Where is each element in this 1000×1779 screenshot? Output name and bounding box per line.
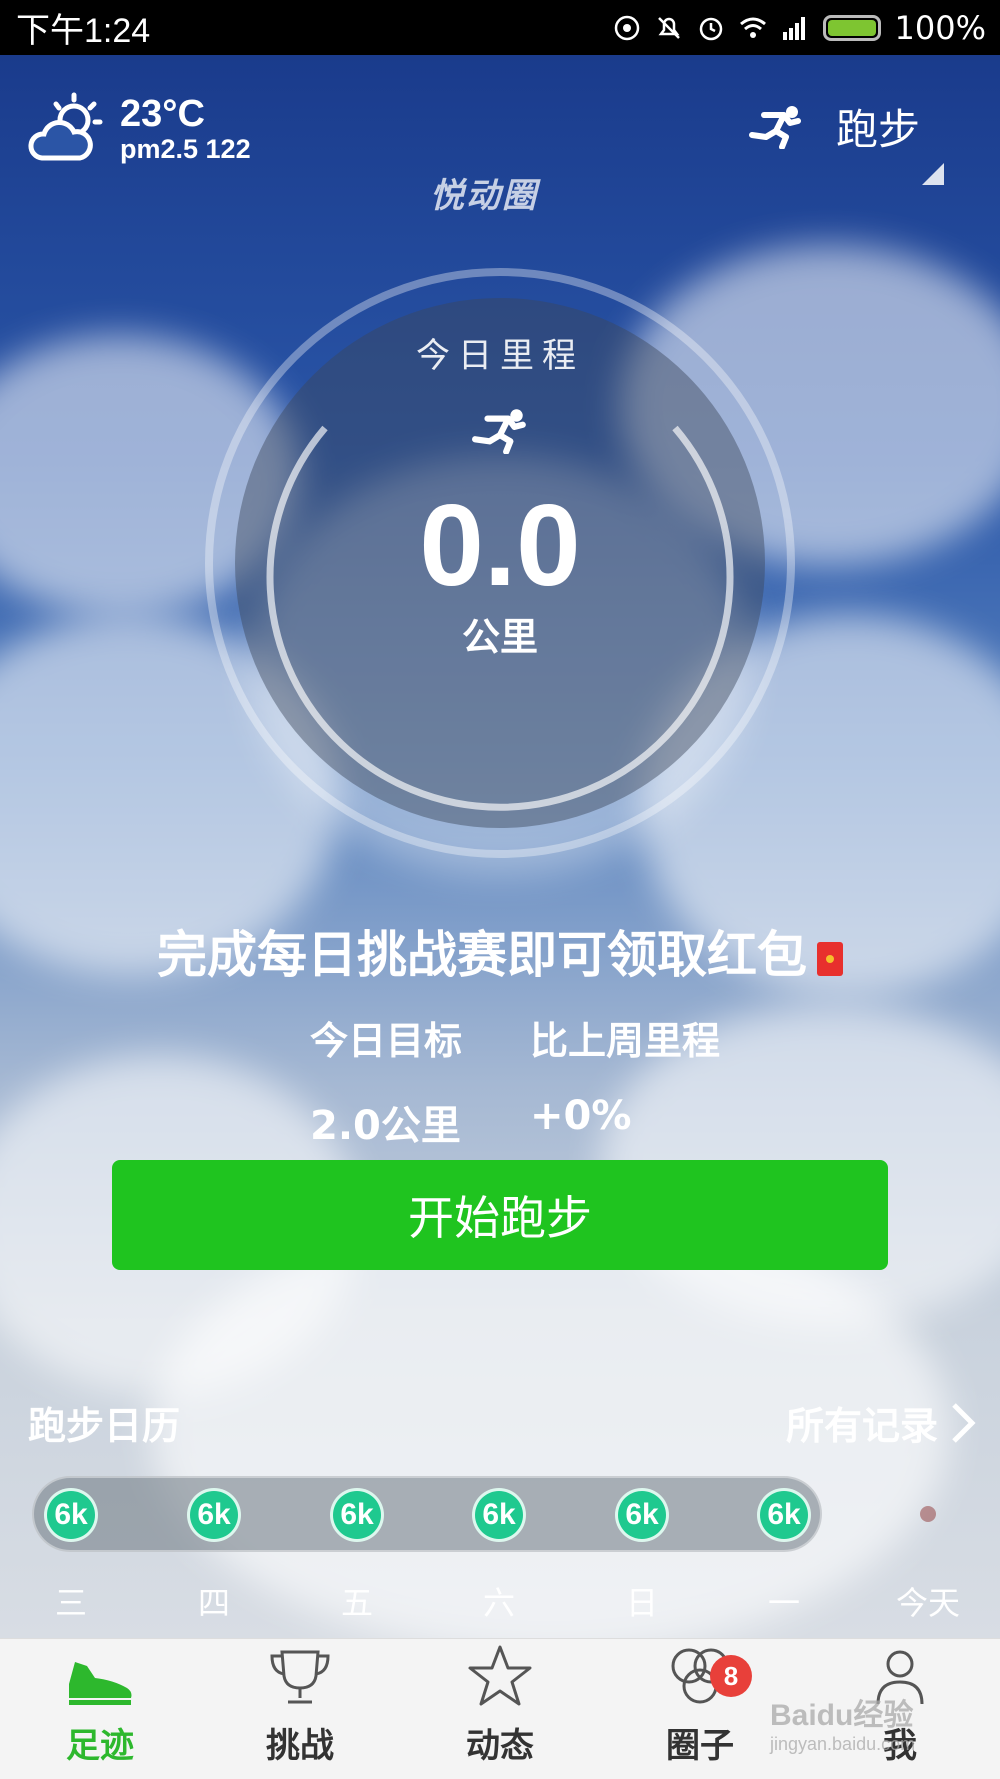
temperature: 23°C <box>120 93 205 135</box>
day-label: 三 <box>54 1584 87 1622</box>
watermark: Baidu经验 jingyan.baidu.com <box>770 1690 915 1755</box>
day-badge[interactable]: 6k <box>615 1488 669 1542</box>
day-label: 日 <box>625 1584 658 1622</box>
goal-label: 今日目标 <box>310 1019 463 1063</box>
start-running-button[interactable]: 开始跑步 <box>112 1160 888 1270</box>
tab-footprint[interactable]: 足迹 <box>0 1639 200 1779</box>
status-bar: 下午1:24 100% <box>0 0 1000 55</box>
today-dot[interactable] <box>920 1506 936 1522</box>
app-logo: 悦动圈 <box>430 176 538 216</box>
goal-value: 2.0公里 <box>310 1103 461 1149</box>
red-packet-icon <box>817 941 843 976</box>
day-badge[interactable]: 6k <box>757 1488 811 1542</box>
star-icon <box>468 1645 532 1706</box>
pm25-reading: pm2.5 122 <box>120 134 251 164</box>
promo-text: 完成每日挑战赛即可领取红包 <box>157 926 807 984</box>
battery-percent: 100% <box>894 8 986 47</box>
tab-label: 圈子 <box>666 1726 734 1766</box>
tab-label: 足迹 <box>66 1726 134 1766</box>
partly-cloudy-icon <box>28 92 103 161</box>
distance-unit: 公里 <box>461 615 538 659</box>
battery-icon <box>822 14 881 41</box>
calendar-title: 跑步日历 <box>28 1404 181 1448</box>
all-records-label: 所有记录 <box>785 1404 938 1448</box>
chevron-right-icon <box>952 1402 976 1443</box>
daily-distance-ring: 今日里程 0.0 公里 <box>205 268 795 858</box>
day-label: 五 <box>340 1584 373 1622</box>
dropdown-corner-icon <box>922 163 944 185</box>
day-label: 六 <box>482 1584 515 1622</box>
runner-icon <box>472 409 526 454</box>
alarm-icon <box>699 17 722 40</box>
weather-widget[interactable]: 23°C pm2.5 122 <box>28 92 251 166</box>
promo-banner[interactable]: 完成每日挑战赛即可领取红包 <box>0 915 1000 987</box>
sport-type-selector[interactable]: 跑步 <box>748 96 920 157</box>
tab-feed[interactable]: 动态 <box>400 1639 600 1779</box>
compare-label: 比上周里程 <box>530 1019 721 1063</box>
wifi-icon <box>739 17 766 38</box>
tab-label: 动态 <box>466 1726 534 1766</box>
day-label: 四 <box>197 1584 230 1622</box>
all-records-link[interactable]: 所有记录 <box>786 1395 976 1450</box>
day-badge[interactable]: 6k <box>44 1488 98 1542</box>
status-icons: 100% <box>613 9 986 47</box>
tab-label: 挑战 <box>266 1726 334 1766</box>
day-badge[interactable]: 6k <box>187 1488 241 1542</box>
sport-type-label: 跑步 <box>835 105 920 154</box>
watermark-main: Baidu经验 <box>770 1699 914 1732</box>
runner-icon <box>748 105 801 149</box>
tab-challenge[interactable]: 挑战 <box>200 1639 400 1779</box>
status-time: 下午1:24 <box>16 12 151 50</box>
calendar-track <box>32 1476 822 1552</box>
watermark-sub: jingyan.baidu.com <box>770 1734 916 1754</box>
notification-badge: 8 <box>710 1655 752 1697</box>
day-label: 一 <box>767 1584 800 1622</box>
signal-icon <box>782 16 805 40</box>
hotspot-icon <box>614 15 639 40</box>
day-badge[interactable]: 6k <box>472 1488 526 1542</box>
compare-value: +0% <box>530 1093 632 1139</box>
trophy-icon <box>270 1650 330 1704</box>
stats-panel: 今日目标 比上周里程 2.0公里 +0% <box>310 1010 770 1151</box>
shoe-icon <box>69 1662 132 1705</box>
bell-off-icon <box>657 16 680 39</box>
day-label-today: 今天 <box>895 1584 960 1622</box>
day-badge[interactable]: 6k <box>330 1488 384 1542</box>
ring-label: 今日里程 <box>416 336 584 376</box>
distance-value: 0.0 <box>419 480 581 610</box>
